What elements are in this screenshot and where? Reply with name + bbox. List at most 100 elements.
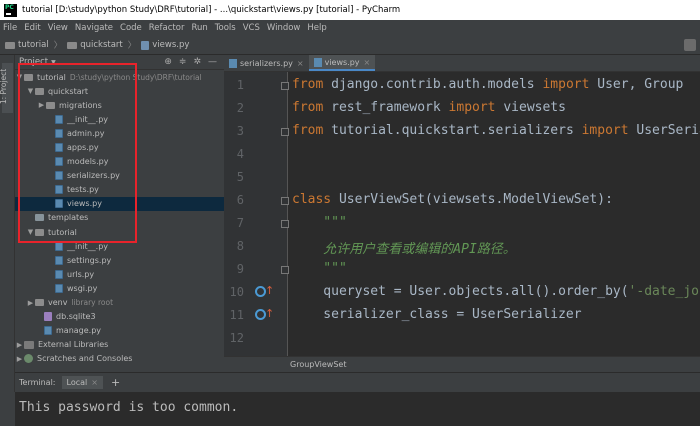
line-number: 12 [229,331,244,345]
library-icon [24,340,34,349]
close-icon[interactable]: × [364,58,371,67]
line-number: 6 [236,193,244,207]
terminal-label: Terminal: [19,378,56,387]
code-line-8: 允许用户查看或编辑的API路径。 [292,242,516,257]
line-number: 1 [236,78,244,92]
code-line-3: from tutorial.quickstart.serializers imp… [292,123,700,138]
code-line-11: serializer_class = UserSerializer [292,307,582,322]
code-string: '-date_joi [628,284,700,299]
breadcrumb-separator: 〉 [127,41,137,51]
fold-icon[interactable] [281,82,289,90]
breadcrumb-tutorial[interactable]: tutorial [5,40,49,50]
code-keyword: import [581,123,629,138]
code-text: UserViewSet(viewsets.ModelViewSet): [331,192,613,207]
project-tool-tab-label: 1: Project [0,68,9,105]
left-tool-strip-bottom [0,392,15,426]
hide-icon[interactable]: — [208,57,217,67]
python-file-icon [313,57,322,67]
tree-item-label: External Libraries [38,340,109,350]
line-number: 10 [229,285,244,299]
code-line-9: """ [292,261,347,276]
title-bar: tutorial [D:\study\python Study\DRF\tuto… [0,0,700,20]
line-number: 5 [236,170,244,184]
code-editor[interactable]: 1 2 3 4 5 6 7 8 9 10 11 12 ↑ ↑ from djan… [224,72,700,356]
line-number: 4 [236,147,244,161]
tree-item-manage-py[interactable]: manage.py [15,324,224,338]
code-line-6: class UserViewSet(viewsets.ModelViewSet)… [292,192,613,207]
line-number: 3 [236,124,244,138]
tab-label: serializers.py [240,58,293,68]
tree-item-scratches[interactable]: ▶ Scratches and Consoles [15,352,224,366]
tree-item-external-libraries[interactable]: ▶ External Libraries [15,338,224,352]
menu-navigate[interactable]: Navigate [75,23,113,33]
fold-icon[interactable] [281,128,289,136]
tree-item-label: urls.py [67,269,95,279]
python-file-icon [55,255,63,265]
chevron-right-icon[interactable]: ▶ [26,299,35,307]
tab-local[interactable]: Local × [61,376,103,389]
terminal-output-line: This password is too common. [19,400,239,415]
python-file-icon [141,40,150,50]
folder-icon [5,41,15,49]
fold-icon[interactable] [281,197,289,205]
tree-item-venv[interactable]: ▶ venv library root [15,296,224,310]
menu-refactor[interactable]: Refactor [149,23,185,33]
tree-item-label: __init__.py [67,241,109,251]
locate-icon[interactable]: ⊕ [164,57,172,67]
breadcrumb-quickstart[interactable]: quickstart [67,40,123,50]
menu-vcs[interactable]: VCS [243,23,260,33]
breadcrumb-label: quickstart [80,40,123,50]
tab-label: views.py [324,57,360,67]
new-terminal-icon[interactable]: + [111,376,120,389]
code-keyword: class [292,192,332,207]
tree-item-label: settings.py [67,255,112,265]
editor-breadcrumb[interactable]: GroupViewSet [290,360,346,369]
tab-label: Local [66,378,88,387]
menu-window[interactable]: Window [267,23,301,33]
code-line-2: from rest_framework import viewsets [292,100,566,115]
window-title: tutorial [D:\study\python Study\DRF\tuto… [22,5,401,15]
menu-run[interactable]: Run [191,23,207,33]
tree-item-urls-py[interactable]: urls.py [15,267,224,281]
terminal-output[interactable]: This password is too common. [15,392,700,426]
python-file-icon [229,58,237,68]
menu-file[interactable]: File [3,23,17,33]
menu-edit[interactable]: Edit [24,23,40,33]
python-file-icon [55,241,63,251]
tree-item-label: Scratches and Consoles [37,354,133,364]
close-icon[interactable]: × [297,59,304,68]
chevron-right-icon[interactable]: ▶ [15,341,24,349]
code-line-10: queryset = User.objects.all().order_by('… [292,284,700,299]
menu-help[interactable]: Help [307,23,326,33]
menu-code[interactable]: Code [120,23,142,33]
database-file-icon [44,312,52,322]
code-keyword: import [448,100,496,115]
code-keyword: from [292,123,324,138]
tree-item-settings-py[interactable]: settings.py [15,253,224,267]
close-icon[interactable]: × [91,378,98,387]
editor-breadcrumb-bar: GroupViewSet [224,356,700,372]
breadcrumb-views[interactable]: views.py [141,40,189,50]
tab-serializers-py[interactable]: serializers.py × [224,55,309,71]
up-arrow-icon[interactable]: ↑ [265,284,274,297]
line-number: 11 [229,308,244,322]
menu-tools[interactable]: Tools [215,23,236,33]
menu-view[interactable]: View [48,23,68,33]
breadcrumb-label: views.py [152,40,190,50]
tab-views-py[interactable]: views.py × [308,55,376,71]
tree-item-label: manage.py [56,326,102,336]
code-keyword: import [542,77,590,92]
collapse-icon[interactable]: ≑ [179,57,187,67]
menu-bar: File Edit View Navigate Code Refactor Ru… [0,20,700,36]
fold-icon[interactable] [281,220,289,228]
editor-tabs: serializers.py × views.py × [224,55,700,72]
gear-icon[interactable]: ✲ [193,57,201,67]
chevron-right-icon[interactable]: ▶ [15,355,24,363]
fold-icon[interactable] [281,266,289,274]
tree-item-db-sqlite3[interactable]: db.sqlite3 [15,310,224,324]
tree-item-label: db.sqlite3 [56,312,96,322]
navigate-back-icon[interactable] [684,39,696,51]
tree-item-note: library root [71,298,114,308]
up-arrow-icon[interactable]: ↑ [265,307,274,320]
tree-item-wsgi-py[interactable]: wsgi.py [15,281,224,295]
